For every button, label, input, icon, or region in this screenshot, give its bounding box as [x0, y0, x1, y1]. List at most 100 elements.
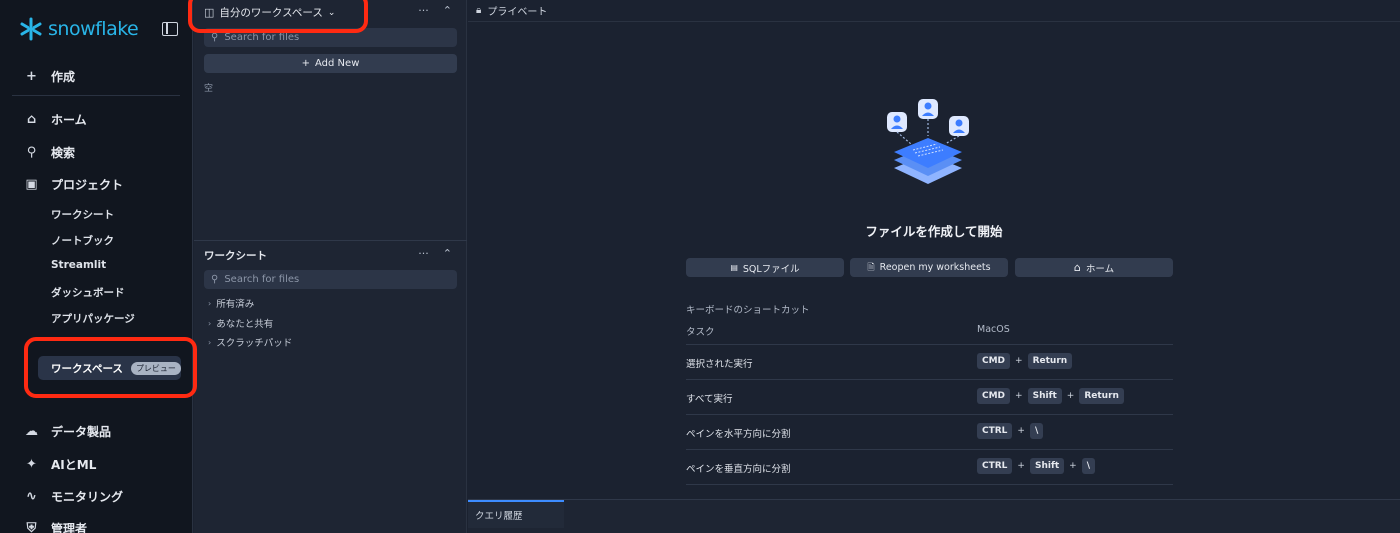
- more-icon[interactable]: ···: [418, 247, 429, 260]
- search-icon: ⚲: [211, 32, 219, 43]
- search-placeholder: Search for files: [224, 274, 300, 285]
- sub-item-app-packages[interactable]: アプリパッケージ: [51, 311, 135, 326]
- nav-item-data-products[interactable]: ☁ データ製品: [24, 421, 111, 441]
- nav-item-search[interactable]: ⚲ 検索: [24, 142, 75, 162]
- plus-sign: +: [1069, 461, 1077, 471]
- sql-file-icon: ▤: [730, 263, 738, 272]
- user-avatar-icon: [887, 99, 969, 136]
- results-panel: クエリ履歴: [468, 499, 1400, 533]
- plus-sign: +: [1015, 356, 1023, 366]
- lock-icon: 🔒︎: [476, 5, 482, 16]
- workspace-title: 自分のワークスペース: [219, 7, 323, 19]
- worksheets-title: ワークシート: [204, 250, 267, 262]
- tree-item-scratchpad[interactable]: › スクラッチパッド: [208, 335, 293, 350]
- more-icon[interactable]: ···: [418, 4, 429, 17]
- sql-file-label: SQLファイル: [742, 263, 800, 275]
- column-header-os: MacOS: [977, 324, 1010, 335]
- tree-item-shared[interactable]: › あなたと共有: [208, 316, 274, 331]
- key-badge: CMD: [977, 353, 1011, 369]
- key-badge: Shift: [1027, 388, 1062, 404]
- pane-divider[interactable]: [194, 240, 467, 241]
- plus-icon: +: [301, 58, 311, 69]
- worksheets-search-input[interactable]: ⚲ Search for files: [204, 270, 457, 289]
- workspace-icon: ◫: [204, 6, 215, 19]
- collapse-icon[interactable]: ⌃: [443, 247, 452, 260]
- nav-item-ai-ml[interactable]: ✦ AIとML: [24, 454, 96, 474]
- nav-item-label: AIとML: [51, 457, 97, 472]
- tree-item-label: あなたと共有: [216, 319, 274, 330]
- sub-item-streamlit[interactable]: Streamlit: [51, 259, 106, 271]
- empty-state-headline: ファイルを作成して開始: [865, 224, 1003, 239]
- nav-item-projects[interactable]: ▣ プロジェクト: [24, 174, 123, 194]
- terminal-icon: ▣: [25, 176, 38, 192]
- plus-sign: +: [1017, 426, 1025, 436]
- key-badge: Return: [1027, 353, 1073, 369]
- sub-item-worksheets[interactable]: ワークシート: [51, 207, 114, 222]
- shield-icon: ⛨: [26, 520, 37, 533]
- nav-item-label: 管理者: [51, 521, 88, 533]
- tree-item-label: スクラッチパッド: [216, 338, 293, 349]
- preview-badge: プレビュー: [130, 361, 181, 375]
- worksheets-tools: ··· ⌃: [418, 247, 452, 260]
- nav-item-label: ホーム: [51, 112, 87, 127]
- key-badge: CTRL: [977, 423, 1013, 439]
- plus-sign: +: [1015, 391, 1023, 401]
- search-icon: ⚲: [26, 144, 37, 160]
- sidebar-toggle-icon[interactable]: [162, 22, 178, 36]
- nav-item-label: データ製品: [51, 424, 112, 439]
- workspace-search-input[interactable]: ⚲ Search for files: [204, 28, 457, 47]
- shortcut-task: 選択された実行: [686, 359, 753, 370]
- nav-item-admin[interactable]: ⛨ 管理者: [24, 518, 87, 533]
- shortcut-row: ペインを水平方向に分割 CTRL + \: [686, 414, 1173, 449]
- add-new-button[interactable]: + Add New: [204, 54, 457, 73]
- search-placeholder: Search for files: [224, 32, 300, 43]
- sub-item-dashboards[interactable]: ダッシュボード: [51, 285, 125, 300]
- editor-topbar: 🔒︎ プライベート: [468, 0, 1400, 22]
- reopen-label: Reopen my worksheets: [879, 262, 991, 273]
- sparkle-icon: ✦: [26, 456, 37, 472]
- key-badge: CTRL: [977, 458, 1013, 474]
- workspace-selector[interactable]: ◫ 自分のワークスペース ⌄: [204, 5, 335, 20]
- shortcut-task: ペインを水平方向に分割: [686, 429, 791, 440]
- create-label: 作成: [51, 69, 76, 84]
- nav-item-label: モニタリング: [51, 489, 124, 504]
- cloud-icon: ☁: [25, 423, 38, 439]
- nav-item-monitoring[interactable]: ∿ モニタリング: [24, 486, 123, 506]
- private-label: プライベート: [487, 7, 548, 18]
- nav-item-home[interactable]: ⌂ ホーム: [24, 109, 87, 129]
- key-badge: \: [1081, 458, 1096, 474]
- key-badge: Shift: [1029, 458, 1065, 474]
- shortcut-task: ペインを垂直方向に分割: [686, 464, 791, 475]
- nav-item-label: 検索: [51, 145, 76, 160]
- shortcut-keys: CTRL + \: [977, 423, 1044, 439]
- tab-query-history[interactable]: クエリ履歴: [468, 500, 564, 528]
- add-new-label: Add New: [315, 58, 360, 69]
- sub-item-workspaces[interactable]: ワークスペース プレビュー: [38, 356, 181, 380]
- workspaces-label: ワークスペース: [51, 362, 123, 375]
- sub-item-notebooks[interactable]: ノートブック: [51, 233, 114, 248]
- tree-item-label: 所有済み: [216, 299, 255, 310]
- shortcut-keys: CMD + Return: [977, 353, 1073, 369]
- shortcut-keys: CMD + Shift + Return: [977, 388, 1124, 404]
- key-badge: CMD: [977, 388, 1011, 404]
- workspace-tools: ··· ⌃: [418, 4, 452, 17]
- snowflake-logo[interactable]: snowflake: [18, 16, 139, 42]
- create-button[interactable]: + 作成: [24, 66, 75, 86]
- nav-divider: [12, 95, 180, 96]
- main-editor-area: 🔒︎ プライベート ファイルを作成して開始 ▤ SQLファイル 🗎︎ Reope…: [468, 0, 1400, 533]
- activity-icon: ∿: [26, 488, 37, 504]
- key-badge: \: [1029, 423, 1044, 439]
- nav-item-label: プロジェクト: [51, 177, 124, 192]
- plus-sign: +: [1017, 461, 1025, 471]
- files-pane: ◫ 自分のワークスペース ⌄ ··· ⌃ ⚲ Search for files …: [194, 0, 467, 533]
- shortcuts-title: キーボードのショートカット: [686, 305, 810, 316]
- file-icon: 🗎︎: [867, 262, 875, 273]
- collapse-icon[interactable]: ⌃: [443, 4, 452, 17]
- worksheets-header: ワークシート: [204, 248, 267, 263]
- sql-file-button[interactable]: ▤ SQLファイル: [686, 258, 844, 277]
- tree-item-owned[interactable]: › 所有済み: [208, 296, 255, 311]
- reopen-worksheets-button[interactable]: 🗎︎ Reopen my worksheets: [850, 258, 1008, 277]
- home-icon: ⌂: [1073, 261, 1081, 274]
- home-button[interactable]: ⌂ ホーム: [1015, 258, 1173, 277]
- chevron-down-icon: ⌄: [327, 7, 336, 18]
